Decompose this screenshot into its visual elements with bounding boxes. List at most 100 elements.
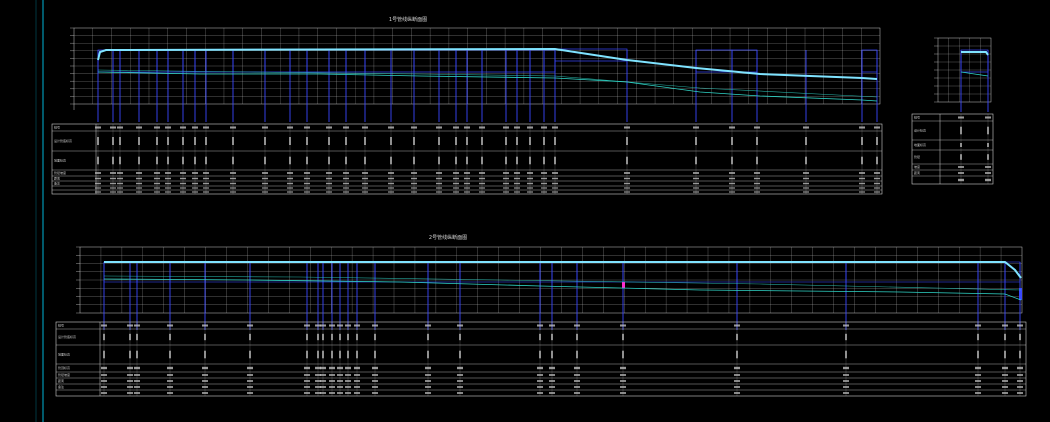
table-value-mark [549,324,555,327]
table-value-mark [204,333,206,341]
table-value-mark [861,137,863,145]
table-value-mark [127,374,133,376]
table-value-mark [117,182,123,185]
table-value-mark [859,182,865,185]
table-value-mark [693,126,699,129]
table-value-mark [345,324,351,327]
table-value-mark [514,191,520,193]
bottom-profile-structures [103,261,1022,330]
bottom-profile-panel: 2号管线纵断面图 桩号设计管底标高地面标高管顶标高管径坡度距离备注 [55,234,1027,397]
table-header-label: 坡度 [914,164,920,169]
table-value-mark [119,156,121,165]
table-value-mark [975,374,981,376]
table-value-mark [372,380,378,382]
pipe-segment [331,261,341,283]
table-value-mark [574,374,580,376]
table-value-mark [345,374,351,376]
table-value-mark [95,182,101,185]
table-value-mark [453,126,459,129]
table-value-mark [624,191,630,193]
table-value-mark [167,374,173,376]
table-value-mark [457,324,463,327]
table-value-mark [1004,350,1006,359]
pipe-segment [455,49,468,73]
table-value-mark [975,380,981,382]
table-value-mark [539,350,541,359]
table-value-mark [453,177,459,180]
table-value-mark [287,191,293,193]
table-value-mark [204,350,206,359]
table-value-mark [101,366,107,370]
table-value-mark [182,137,184,145]
table-value-mark [337,324,343,327]
table-value-mark [457,366,463,370]
table-value-mark [624,187,630,189]
table-value-mark [734,392,740,394]
table-value-mark [154,191,160,193]
table-value-mark [1019,350,1021,359]
table-value-mark [960,143,962,147]
table-value-mark [320,392,326,394]
table-value-mark [960,154,962,160]
table-value-mark [457,374,463,376]
table-value-mark [203,177,209,180]
table-value-mark [624,172,630,174]
table-value-mark [859,177,865,180]
table-value-mark [337,392,343,394]
table-value-mark [859,191,865,193]
table-value-mark [457,380,463,382]
table-value-mark [1017,386,1023,388]
table-value-mark [127,380,133,382]
table-value-mark [425,366,431,370]
table-value-mark [110,177,116,180]
pipe-segment [264,49,291,73]
table-value-mark [975,392,981,394]
table-value-mark [1017,374,1023,376]
table-value-mark [97,156,99,165]
table-value-mark [154,182,160,185]
pipe-segment [289,49,308,73]
table-value-mark [1002,386,1008,388]
table-value-mark [374,350,376,359]
table-value-mark [326,191,332,193]
table-value-mark [101,392,107,394]
table-value-mark [803,187,809,189]
table-value-mark [306,350,308,359]
table-value-mark [693,177,699,180]
table-value-mark [317,350,319,359]
table-value-mark [693,182,699,185]
table-value-mark [329,374,335,376]
table-value-mark [464,191,470,193]
table-value-mark [247,324,253,327]
table-value-mark [574,386,580,388]
table-value-mark [156,137,158,145]
table-value-mark [843,392,849,394]
table-header-label: 距离 [54,176,60,181]
table-value-mark [304,177,310,180]
table-value-mark [411,191,417,193]
table-value-mark [481,156,483,165]
table-frame [911,113,994,185]
table-value-mark [362,182,368,185]
table-value-mark [339,350,341,359]
table-value-mark [192,191,198,193]
cad-drawing: 1号管线纵断面图 桩号设计管底标高地面标高管径坡度距离备注 桩号设计标高地面标高… [35,0,1027,422]
table-value-mark [624,126,630,129]
table-value-mark [390,137,392,145]
table-value-mark [182,156,184,165]
table-value-mark [960,126,962,135]
top-profile-panel: 1号管线纵断面图 桩号设计管底标高地面标高管径坡度距离备注 [51,16,883,195]
table-value-mark [194,156,196,165]
table-value-mark [203,172,209,174]
table-value-mark [695,156,697,165]
table-value-mark [436,126,442,129]
pipe-segment [845,261,979,283]
table-value-mark [734,366,740,370]
table-value-mark [803,191,809,193]
table-value-mark [180,187,186,189]
table-value-mark [411,172,417,174]
table-value-mark [180,172,186,174]
table-value-mark [693,187,699,189]
table-value-mark [156,156,158,165]
top-profile-grid [70,27,881,110]
